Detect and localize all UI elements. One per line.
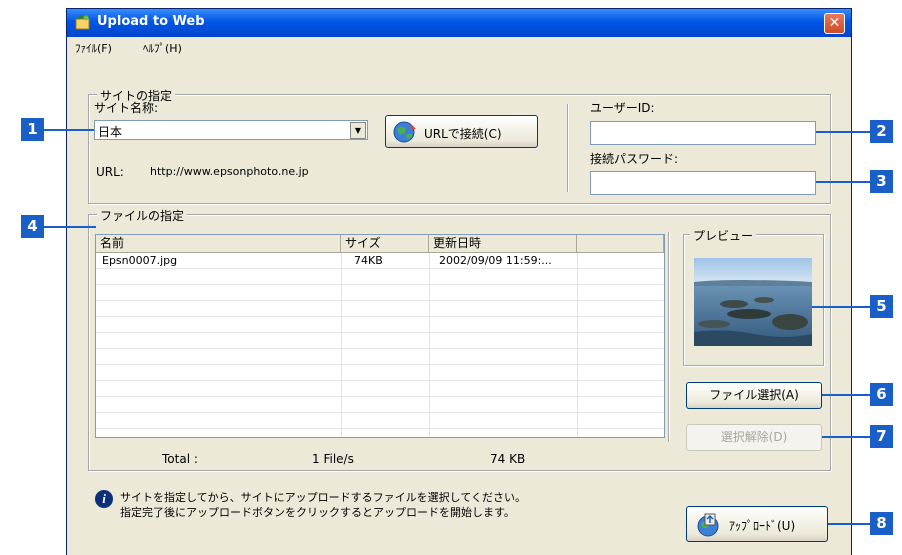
file-list[interactable]: 名前 サイズ 更新日時 Epsn0007.jpg 74KB 2002/09/09… <box>95 234 665 438</box>
column-extra-header[interactable] <box>577 235 664 253</box>
file-name-cell: Epsn0007.jpg <box>102 254 178 267</box>
connect-url-button[interactable]: URLで接続(C) <box>385 115 538 148</box>
preview-image <box>694 258 812 346</box>
table-row <box>96 397 664 413</box>
user-id-label: ユーザーID: <box>590 101 655 115</box>
table-row <box>96 349 664 365</box>
menu-bar: ﾌｧｲﾙ(F) ﾍﾙﾌﾟ(H) <box>67 37 851 57</box>
column-size-header[interactable]: サイズ <box>341 235 429 253</box>
user-id-field[interactable] <box>590 121 816 145</box>
callout-6: 6 <box>870 383 893 406</box>
table-row[interactable]: Epsn0007.jpg 74KB 2002/09/09 11:59:... <box>96 253 664 269</box>
site-name-label: サイト名称: <box>94 101 159 115</box>
total-files: 1 File/s <box>312 452 354 466</box>
upload-globe-icon <box>697 513 719 537</box>
callout-line <box>812 306 870 308</box>
file-size-cell: 74KB <box>354 254 383 267</box>
table-row <box>96 285 664 301</box>
menu-help[interactable]: ﾍﾙﾌﾟ(H) <box>143 40 182 56</box>
title-bar[interactable]: Upload to Web ✕ <box>67 9 851 37</box>
callout-line <box>822 436 870 438</box>
table-row <box>96 365 664 381</box>
callout-3: 3 <box>870 170 893 193</box>
connect-url-label: URLで接続(C) <box>424 127 502 141</box>
callout-line <box>816 181 870 183</box>
callout-1: 1 <box>21 118 44 141</box>
password-label: 接続パスワード: <box>590 152 679 166</box>
preview-label: プレビュー <box>690 227 757 244</box>
table-row <box>96 301 664 317</box>
dropdown-arrow-icon[interactable]: ▼ <box>350 122 366 139</box>
select-file-button[interactable]: ファイル選択(A) <box>686 382 822 409</box>
column-name-header[interactable]: 名前 <box>96 235 341 253</box>
callout-7: 7 <box>870 425 893 448</box>
table-row <box>96 269 664 285</box>
window-title: Upload to Web <box>97 14 205 29</box>
table-row <box>96 413 664 429</box>
info-text-line1: サイトを指定してから、サイトにアップロードするファイルを選択してください。 <box>120 491 527 504</box>
info-text-line2: 指定完了後にアップロードボタンをクリックするとアップロードを開始します。 <box>120 506 515 519</box>
callout-8: 8 <box>870 512 893 535</box>
password-field[interactable] <box>590 171 816 195</box>
info-icon: i <box>95 490 113 508</box>
globe-icon <box>393 121 416 143</box>
callout-line <box>44 129 94 131</box>
deselect-button[interactable]: 選択解除(D) <box>686 424 822 451</box>
site-name-combo[interactable]: 日本 ▼ <box>94 120 368 140</box>
file-date-cell: 2002/09/09 11:59:... <box>439 254 552 267</box>
callout-line <box>816 131 870 133</box>
site-divider <box>567 104 568 192</box>
upload-label: ｱｯﾌﾟﾛｰﾄﾞ(U) <box>729 519 796 533</box>
table-row <box>96 317 664 333</box>
url-value: http://www.epsonphoto.ne.jp <box>150 165 309 178</box>
table-row <box>96 333 664 349</box>
total-size: 74 KB <box>490 452 526 466</box>
callout-line <box>828 523 870 525</box>
callout-line <box>44 226 96 228</box>
total-label: Total : <box>162 452 198 466</box>
callout-line <box>822 394 870 396</box>
app-icon <box>75 15 90 30</box>
upload-button[interactable]: ｱｯﾌﾟﾛｰﾄﾞ(U) <box>686 506 828 542</box>
site-name-value: 日本 <box>98 125 123 139</box>
column-modified-header[interactable]: 更新日時 <box>429 235 577 253</box>
menu-file[interactable]: ﾌｧｲﾙ(F) <box>75 40 112 56</box>
table-row <box>96 381 664 397</box>
callout-5: 5 <box>870 295 893 318</box>
files-group-label: ファイルの指定 <box>97 207 188 224</box>
list-divider <box>668 232 669 442</box>
close-button[interactable]: ✕ <box>824 13 845 34</box>
callout-2: 2 <box>870 120 893 143</box>
callout-4: 4 <box>21 215 44 238</box>
url-label: URL: <box>96 165 124 179</box>
